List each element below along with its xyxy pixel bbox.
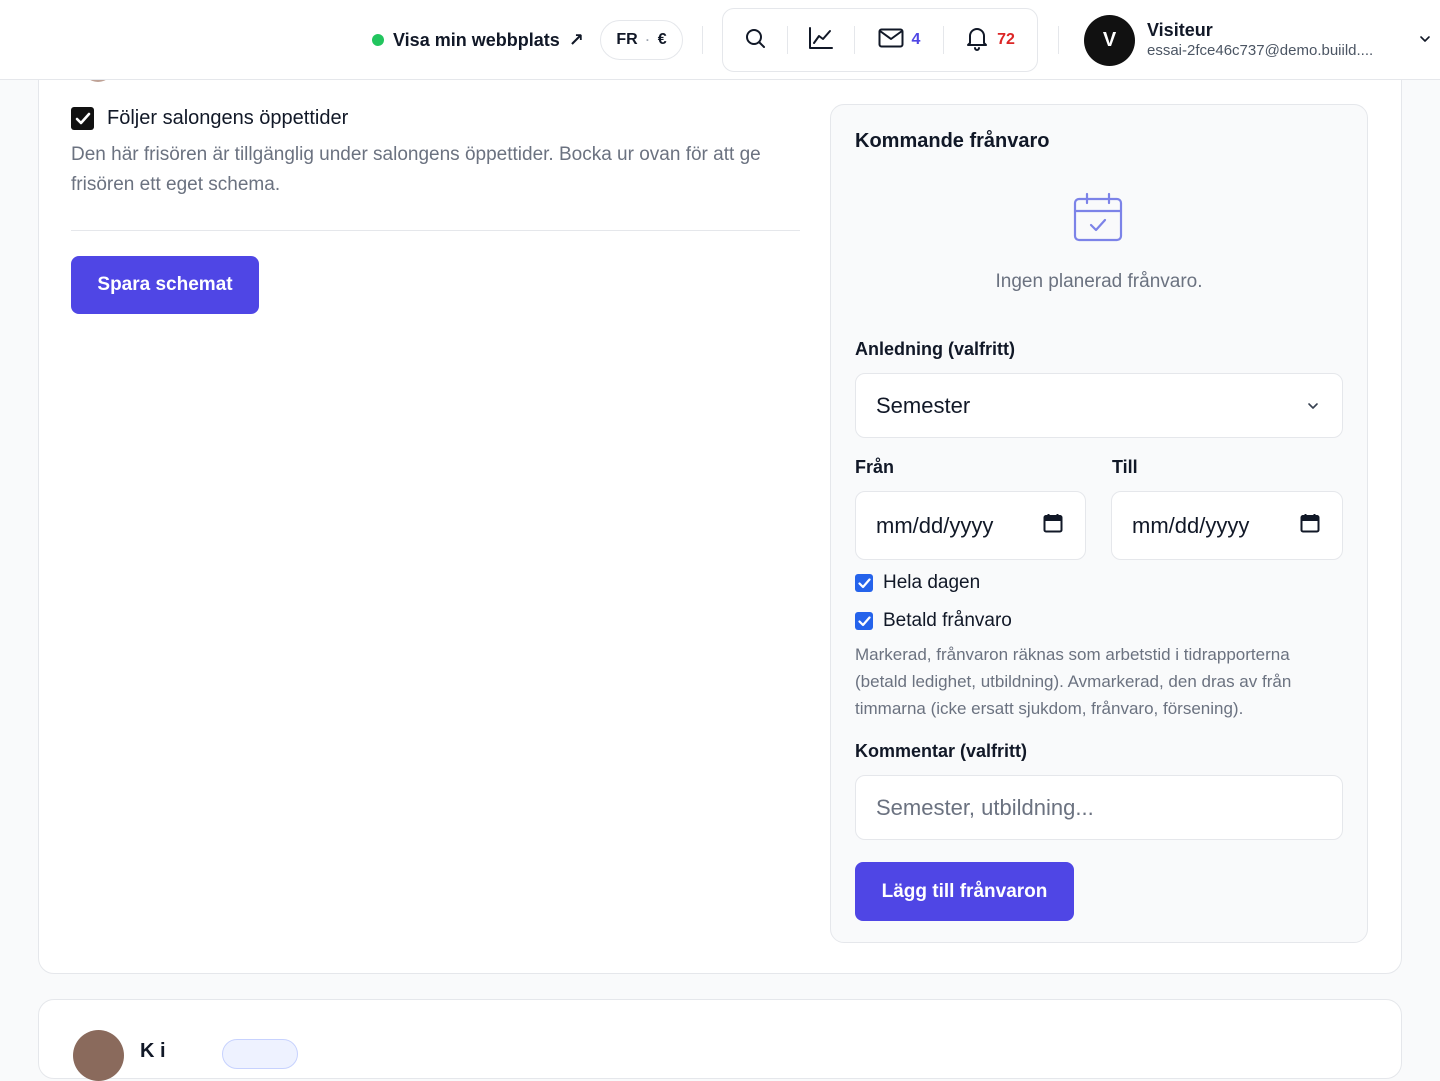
all-day-row[interactable]: Hela dagen: [855, 572, 980, 594]
language-code: FR: [616, 31, 638, 48]
reason-selected-value: Semester: [876, 392, 971, 418]
mail-icon: [878, 28, 904, 53]
status-badge: [222, 1039, 298, 1069]
to-date-label: Till: [1112, 457, 1138, 477]
stylist-avatar: [73, 1030, 124, 1081]
reason-select[interactable]: Semester: [855, 373, 1343, 438]
divider: [71, 230, 800, 231]
reason-label: Anledning (valfritt): [855, 339, 1015, 359]
paid-absence-help: Markerad, frånvaron räknas som arbetstid…: [855, 645, 1292, 718]
calendar-icon[interactable]: [1043, 513, 1063, 539]
follow-salon-hours-row[interactable]: Följer salongens öppettider: [71, 107, 348, 130]
notifications-count: 72: [997, 31, 1015, 48]
from-date-label: Från: [855, 457, 895, 477]
paid-absence-row[interactable]: Betald frånvaro: [855, 610, 1012, 632]
chevron-down-icon[interactable]: [1418, 32, 1432, 51]
absence-panel-title: Kommande frånvaro: [855, 130, 1050, 152]
user-avatar[interactable]: V: [1084, 15, 1135, 66]
visit-site-link[interactable]: Visa min webbplats ↗: [372, 27, 584, 53]
stylist-name: K i: [140, 1040, 166, 1062]
calendar-icon[interactable]: [1300, 513, 1320, 539]
to-date-input[interactable]: mm/dd/yyyy: [1111, 491, 1343, 560]
follow-salon-hours-description: Den här frisören är tillgänglig under sa…: [71, 144, 761, 195]
all-day-label: Hela dagen: [883, 572, 981, 593]
messages-button[interactable]: 4: [855, 9, 943, 71]
divider: [1058, 26, 1059, 54]
statistics-button[interactable]: [788, 9, 854, 71]
comment-label: Kommentar (valfritt): [855, 741, 1028, 761]
add-absence-button[interactable]: Lägg till frånvaron: [855, 862, 1074, 921]
from-date-input[interactable]: mm/dd/yyyy: [855, 491, 1086, 560]
follow-salon-hours-checkbox[interactable]: [71, 107, 94, 130]
save-schedule-button[interactable]: Spara schemat: [71, 256, 259, 314]
to-date-value: mm/dd/yyyy: [1132, 512, 1250, 538]
search-button[interactable]: [723, 9, 787, 71]
online-status-dot: [372, 34, 384, 46]
chart-line-icon: [808, 26, 834, 55]
calendar-check-icon: [1072, 192, 1124, 249]
chevron-down-icon: [1306, 393, 1320, 419]
user-email: essai-2fce46c737@demo.buiild....: [1147, 42, 1374, 59]
paid-absence-checkbox[interactable]: [855, 612, 873, 630]
no-absence-text: Ingen planerad frånvaro.: [995, 271, 1203, 292]
from-date-value: mm/dd/yyyy: [876, 512, 994, 538]
search-icon: [743, 26, 767, 55]
toolbar-icon-group: 4 72: [722, 8, 1038, 72]
comment-input[interactable]: [855, 775, 1343, 840]
divider: [702, 26, 703, 54]
external-link-icon: ↗: [568, 29, 584, 50]
user-name: Visiteur: [1147, 20, 1213, 40]
follow-salon-hours-label: Följer salongens öppettider: [107, 107, 349, 129]
visit-site-label: Visa min webbplats: [393, 29, 560, 50]
language-currency-selector[interactable]: FR · €: [600, 20, 683, 60]
language-separator: ·: [645, 33, 650, 47]
messages-count: 4: [911, 31, 921, 48]
all-day-checkbox[interactable]: [855, 574, 873, 592]
paid-absence-label: Betald frånvaro: [883, 610, 1012, 631]
currency-symbol: €: [657, 31, 667, 48]
notifications-button[interactable]: 72: [944, 9, 1036, 71]
top-bar: Visa min webbplats ↗ FR · € 4 72 V Visit…: [0, 0, 1440, 80]
bell-icon: [965, 25, 989, 56]
